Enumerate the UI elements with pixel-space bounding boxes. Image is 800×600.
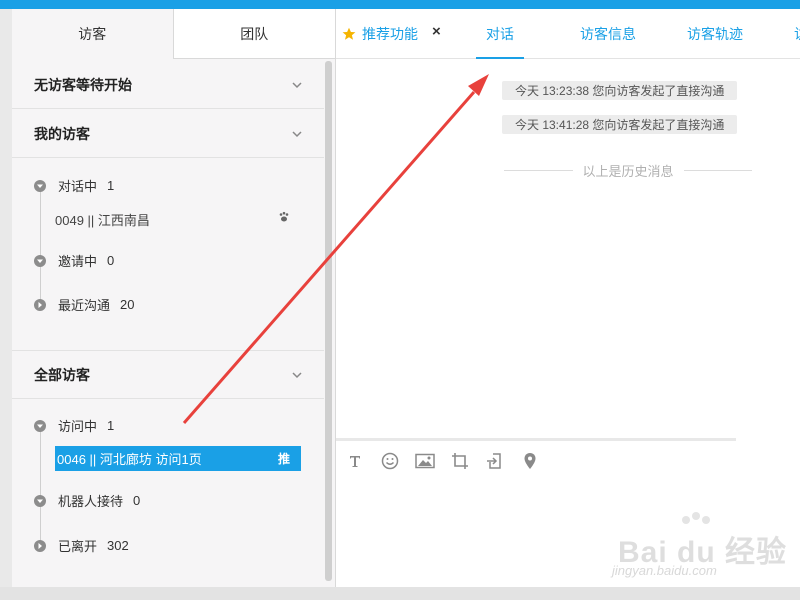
tree-node-inviting-label: 邀请中 [58,254,98,269]
tree-node-visiting[interactable]: 访问中 1 [34,416,114,435]
visitor-list-panel: 访客 团队 无访客等待开始 我的访客 对话中 1 0049 || 江西南昌 邀请… [12,9,336,587]
chat-message-area: 今天 13:23:38 您向访客发起了直接沟通 今天 13:41:28 您向访客… [336,59,800,439]
tree-node-chatting-count: 1 [107,178,115,193]
caret-right-icon [34,539,46,552]
tree-node-inviting[interactable]: 邀请中 0 [34,251,114,270]
window-bottom-frame [0,587,800,600]
emoji-icon[interactable] [380,451,400,471]
chevron-down-icon [292,129,302,139]
section-my-visitors-header[interactable]: 我的访客 [12,110,324,158]
tree-node-left-count: 302 [107,538,129,553]
recommend-tag: 推 [277,452,290,466]
watermark-url: jingyan.baidu.com [612,563,717,578]
window-top-bar [0,0,800,9]
tree-node-robot-label: 机器人接待 [58,494,124,509]
close-icon[interactable]: × [432,24,444,39]
tree-node-left-label: 已离开 [58,539,98,554]
section-my-visitors-title: 我的访客 [34,125,90,142]
visiting-visitor-item[interactable]: 0046 || 河北廊坊 访问1页 推 [55,446,301,471]
caret-down-icon [34,419,46,432]
caret-down-icon [34,254,46,267]
divider-line [683,169,753,171]
visiting-visitor-text: 0046 || 河北廊坊 访问1页 [57,452,202,467]
tree-node-recent-label: 最近沟通 [58,298,111,313]
tab-conversation[interactable]: 对话 [476,9,524,60]
tree-connector-line [40,187,41,309]
tab-overflow[interactable]: 访 [794,9,800,59]
history-divider-text: 以上是历史消息 [582,163,674,179]
chevron-down-icon [292,370,302,380]
tab-visitor-info[interactable]: 访客信息 [580,9,636,59]
tree-node-left[interactable]: 已离开 302 [34,536,129,555]
tree-node-chatting-label: 对话中 [58,179,98,194]
system-message: 今天 13:23:38 您向访客发起了直接沟通 [502,81,738,100]
tree-connector-line [40,428,41,550]
crop-icon[interactable] [450,451,470,471]
tab-visitors[interactable]: 访客 [12,9,174,59]
section-waiting-header[interactable]: 无访客等待开始 [12,61,324,109]
image-icon[interactable] [415,451,435,471]
tree-node-robot-count: 0 [133,493,141,508]
section-all-visitors-title: 全部访客 [34,366,90,383]
text-format-icon[interactable] [345,451,365,471]
message-toolbar [345,450,555,472]
location-icon[interactable] [520,451,540,471]
caret-down-icon [34,179,46,192]
left-tab-bar: 访客 团队 [12,9,335,59]
tree-node-chatting[interactable]: 对话中 1 [34,176,114,195]
tree-node-recent-count: 20 [120,297,135,312]
section-all-visitors-header[interactable]: 全部访客 [12,351,324,399]
system-message: 今天 13:41:28 您向访客发起了直接沟通 [502,115,738,134]
tab-visitor-track[interactable]: 访客轨迹 [687,9,743,59]
tab-recommended-features[interactable]: 推荐功能 [342,9,418,59]
left-scrollbar[interactable] [325,61,332,581]
caret-down-icon [34,494,46,507]
tree-node-visiting-count: 1 [107,418,115,433]
history-divider: 以上是历史消息 [504,160,753,180]
divider-line [504,169,573,171]
chevron-down-icon [292,80,302,90]
tree-node-recent[interactable]: 最近沟通 20 [34,295,134,314]
caret-right-icon [34,298,46,311]
section-waiting-title: 无访客等待开始 [34,76,132,93]
chatting-visitor-item[interactable]: 0049 || 江西南昌 [55,210,150,229]
paw-icon [278,210,290,228]
input-separator [336,438,736,441]
tab-recommended-label: 推荐功能 [362,26,418,42]
tree-node-inviting-count: 0 [107,253,115,268]
right-tab-bar: 推荐功能 × 对话 访客信息 访客轨迹 访 [336,9,800,60]
tree-node-robot[interactable]: 机器人接待 0 [34,491,140,510]
window-left-frame [0,9,12,600]
file-transfer-icon[interactable] [485,451,505,471]
star-icon [342,27,356,41]
tab-team[interactable]: 团队 [173,9,335,59]
tree-node-visiting-label: 访问中 [58,419,98,434]
